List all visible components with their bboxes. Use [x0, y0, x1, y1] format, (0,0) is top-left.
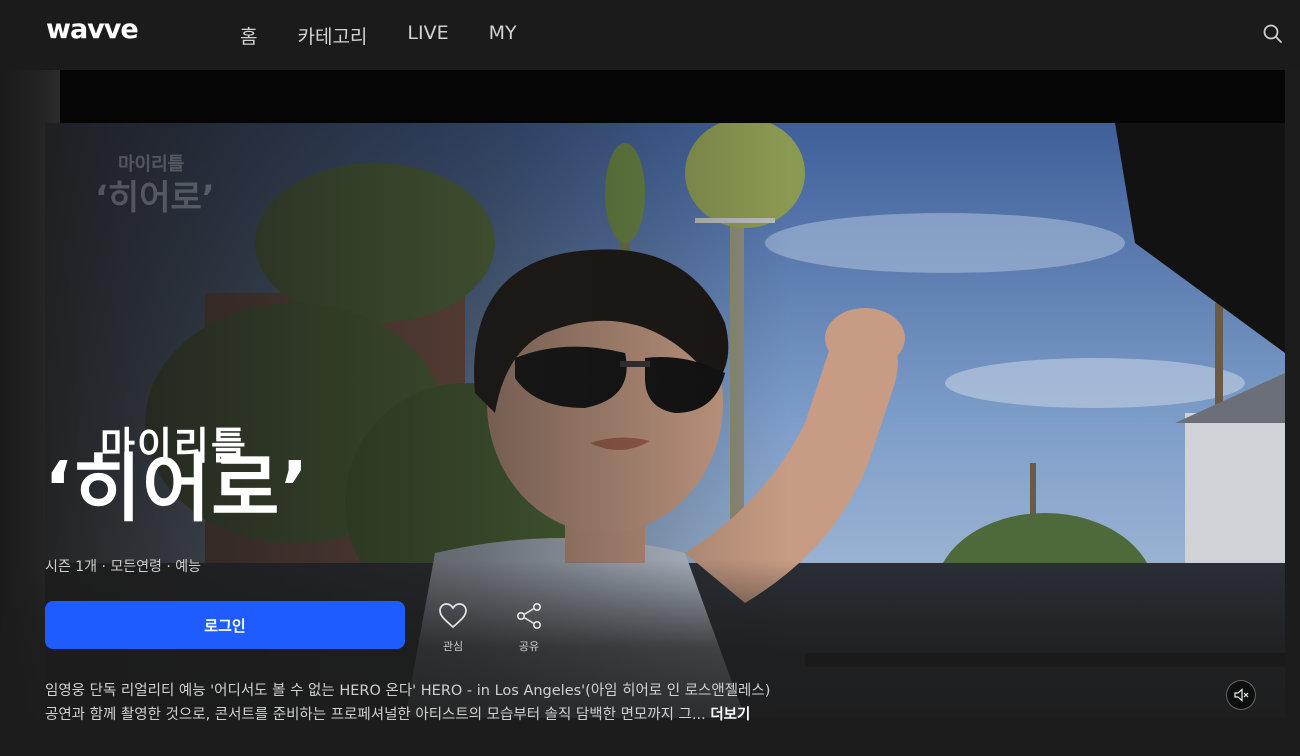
banner-top-strip [60, 70, 1285, 123]
search-icon[interactable] [1262, 23, 1284, 45]
share-button[interactable]: 공유 [509, 602, 549, 654]
nav-item-home[interactable]: 홈 [240, 22, 257, 49]
favorite-label: 관심 [442, 640, 464, 653]
wavve-logo[interactable]: wavve [46, 14, 139, 45]
share-icon [516, 602, 541, 629]
description-line-2-text: 공연과 함께 촬영한 것으로, 콘서트를 준비하는 프로페셔널한 아티스트의 모… [45, 707, 711, 723]
watermark-title-big: ‘히어로’ [95, 178, 215, 218]
show-meta: 시즌 1개 · 모든연령 · 예능 [45, 559, 201, 575]
top-header: wavve 홈 카테고리 LIVE MY [0, 0, 1300, 70]
show-title-big: ‘히어로’ [44, 446, 310, 532]
nav-item-my[interactable]: MY [489, 22, 517, 49]
share-label: 공유 [518, 640, 540, 653]
mute-button[interactable] [1226, 680, 1256, 710]
heart-icon [439, 603, 467, 629]
login-button[interactable]: 로그인 [45, 601, 405, 649]
page: wavve 홈 카테고리 LIVE MY 마이리틀 ‘히어로’ 마이리틀 ‘히어… [0, 0, 1300, 756]
show-description: 임영웅 단독 리얼리티 예능 '어디서도 볼 수 없는 HERO 온다' HER… [45, 679, 845, 727]
mute-icon [1234, 688, 1249, 702]
nav-item-live[interactable]: LIVE [407, 22, 448, 49]
more-link[interactable]: 더보기 [710, 707, 750, 723]
favorite-button[interactable]: 관심 [433, 602, 473, 654]
nav-item-category[interactable]: 카테고리 [297, 22, 367, 49]
description-line-2: 공연과 함께 촬영한 것으로, 콘서트를 준비하는 프로페셔널한 아티스트의 모… [45, 703, 845, 727]
main-nav: 홈 카테고리 LIVE MY [240, 22, 517, 49]
description-line-1: 임영웅 단독 리얼리티 예능 '어디서도 볼 수 없는 HERO 온다' HER… [45, 683, 771, 699]
